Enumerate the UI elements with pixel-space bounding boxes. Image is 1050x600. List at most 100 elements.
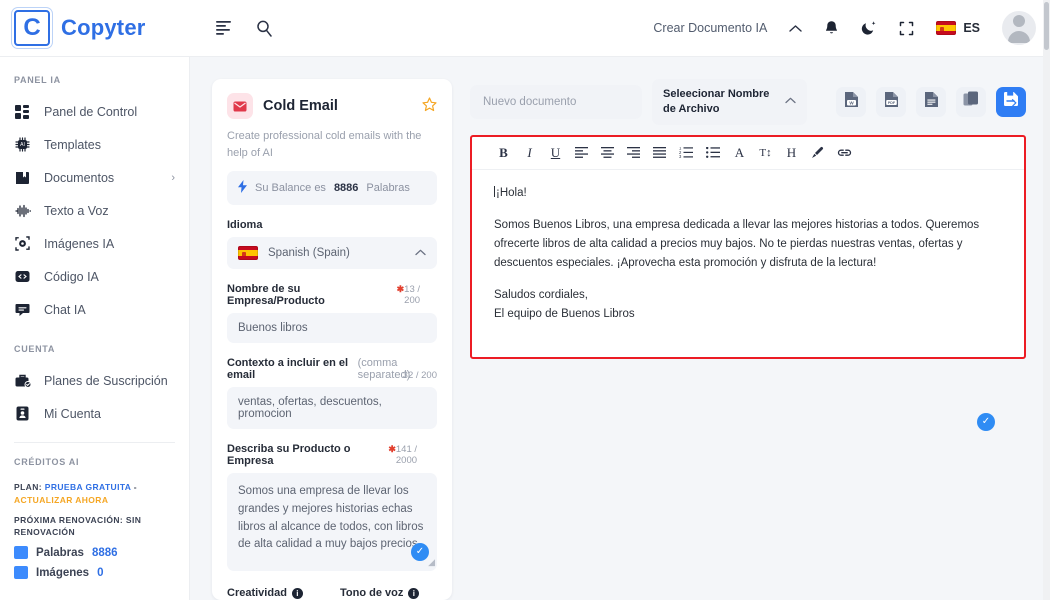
- copy-button[interactable]: [956, 86, 986, 117]
- language-select[interactable]: Spanish (Spain): [227, 237, 437, 269]
- sidebar-section-account: CUENTA: [14, 344, 56, 354]
- plan-upgrade-link[interactable]: ACTUALIZAR AHORA: [14, 495, 108, 505]
- tone-label-text: Tono de voz: [340, 587, 404, 599]
- editor-lower-area: ✓: [470, 359, 1026, 600]
- brand-logo[interactable]: C Copyter: [0, 10, 190, 46]
- bell-icon[interactable]: [824, 20, 839, 36]
- briefcase-check-icon: [14, 372, 31, 389]
- chevron-up-icon[interactable]: [789, 24, 803, 33]
- save-export-button[interactable]: [996, 86, 1026, 117]
- sidebar-item-label: Chat IA: [44, 302, 86, 317]
- check-circle-icon: ✓: [411, 543, 429, 561]
- company-value: Buenos libros: [238, 322, 308, 334]
- sidebar-item-panel-de-control[interactable]: Panel de Control: [0, 95, 189, 128]
- sidebar-item-imagenes-ia[interactable]: Imágenes IA: [0, 227, 189, 260]
- moon-icon[interactable]: [861, 20, 877, 36]
- star-outline-icon[interactable]: [422, 96, 437, 116]
- balance-suffix: Palabras: [366, 182, 410, 194]
- sidebar-item-planes-de-suscripcion[interactable]: Planes de Suscripción: [0, 364, 189, 397]
- file-name-select[interactable]: Seleecionar Nombre de Archivo: [652, 79, 807, 125]
- sidebar: PANEL IA Panel de Control AI Templates D…: [0, 57, 190, 600]
- export-text-button[interactable]: [916, 86, 946, 117]
- file-select-label: Seleecionar Nombre de Archivo: [663, 88, 770, 115]
- language-label: Idioma: [227, 219, 437, 231]
- credits-stat-images: Imágenes 0: [14, 566, 175, 579]
- sidebar-item-codigo-ia[interactable]: Código IA: [0, 260, 189, 293]
- form-card-header: Cold Email: [227, 93, 437, 119]
- font-size-icon[interactable]: T↕: [759, 147, 772, 159]
- balance-prefix: Su Balance es: [255, 182, 326, 194]
- language-switcher[interactable]: ES: [936, 21, 980, 35]
- chevron-right-icon: ›: [171, 171, 175, 184]
- info-icon[interactable]: i: [291, 588, 303, 599]
- link-icon[interactable]: [837, 147, 852, 158]
- sidebar-item-label: Mi Cuenta: [44, 406, 101, 421]
- search-icon[interactable]: [256, 20, 273, 37]
- copy-icon: [963, 91, 979, 113]
- camera-icon: [14, 235, 31, 252]
- menu-icon[interactable]: [216, 21, 232, 35]
- tone-label: Tono de voz i: [340, 587, 437, 599]
- bullet-list-icon[interactable]: [706, 147, 720, 159]
- describe-counter: 141 / 2000: [395, 444, 418, 466]
- code-icon: [14, 268, 31, 285]
- user-avatar-icon: [1002, 11, 1036, 45]
- main-content: Cold Email Create professional cold emai…: [190, 57, 1050, 600]
- credits-stat-words: Palabras 8886: [14, 546, 175, 559]
- align-right-icon[interactable]: [627, 147, 640, 159]
- images-badge-icon: [14, 566, 28, 579]
- sidebar-item-chat-ia[interactable]: Chat IA: [0, 293, 189, 326]
- avatar[interactable]: [1002, 11, 1036, 45]
- align-justify-icon[interactable]: [653, 147, 666, 159]
- creativity-label: Creatividad i: [227, 587, 324, 599]
- font-color-icon[interactable]: A: [733, 145, 746, 161]
- editor-paragraph: Somos Buenos Libros, una empresa dedicad…: [494, 218, 980, 269]
- align-center-icon[interactable]: [601, 147, 614, 159]
- underline-icon[interactable]: U: [549, 145, 562, 161]
- required-marker: ✱: [396, 284, 405, 294]
- company-label: Nombre de su Empresa/Producto ✱ 13 / 200: [227, 283, 437, 307]
- context-input[interactable]: ventas, ofertas, descuentos, promocion: [227, 387, 437, 429]
- logo-letter: C: [23, 14, 41, 41]
- describe-textarea[interactable]: Somos una empresa de llevar los grandes …: [227, 473, 437, 571]
- fullscreen-exit-icon[interactable]: [899, 21, 914, 36]
- sidebar-item-texto-a-voz[interactable]: Texto a Voz: [0, 194, 189, 227]
- sidebar-item-documentos[interactable]: Documentos ›: [0, 161, 189, 194]
- align-left-icon[interactable]: [575, 147, 588, 159]
- sidebar-item-templates[interactable]: AI Templates: [0, 128, 189, 161]
- svg-text:AI: AI: [20, 142, 25, 148]
- sidebar-item-label: Imágenes IA: [44, 236, 115, 251]
- italic-icon[interactable]: I: [523, 145, 536, 161]
- sidebar-divider: [14, 442, 175, 443]
- page-scrollbar-thumb[interactable]: [1044, 2, 1049, 50]
- editor-paragraph: Saludos cordiales,: [494, 288, 588, 301]
- brush-icon[interactable]: [811, 146, 824, 159]
- balance-pill: Su Balance es 8886 Palabras: [227, 171, 437, 205]
- info-icon[interactable]: i: [408, 588, 420, 599]
- export-word-button[interactable]: W: [836, 86, 866, 117]
- spain-flag-icon: [238, 246, 258, 260]
- editor-column: Nuevo documento Seleecionar Nombre de Ar…: [470, 79, 1026, 600]
- company-counter: 13 / 200: [404, 284, 421, 306]
- chip-ai-icon: AI: [14, 136, 31, 153]
- sidebar-item-label: Texto a Voz: [44, 203, 109, 218]
- sidebar-item-label: Documentos: [44, 170, 115, 185]
- create-document-label[interactable]: Crear Documento IA: [653, 21, 767, 35]
- ordered-list-icon[interactable]: 123: [679, 147, 693, 158]
- language-code: ES: [963, 21, 980, 35]
- sidebar-item-mi-cuenta[interactable]: Mi Cuenta: [0, 397, 189, 430]
- context-counter: 32 / 200: [402, 370, 437, 381]
- bold-icon[interactable]: B: [497, 145, 510, 161]
- heading-icon[interactable]: H: [785, 145, 798, 161]
- check-circle-icon[interactable]: ✓: [977, 412, 995, 431]
- credits-block: PLAN: PRUEBA GRATUITA - ACTUALIZAR AHORA…: [0, 477, 189, 579]
- page-scrollbar-track[interactable]: [1043, 0, 1050, 600]
- resize-grip-icon[interactable]: ◢: [428, 556, 435, 570]
- document-name-input[interactable]: Nuevo documento: [470, 84, 642, 119]
- editor-content[interactable]: ¡Hola! Somos Buenos Libros, una empresa …: [472, 170, 1024, 357]
- company-input[interactable]: Buenos libros: [227, 313, 437, 343]
- balance-value: 8886: [333, 182, 359, 194]
- editor-line-text: ¡Hola!: [496, 186, 527, 199]
- export-pdf-button[interactable]: PDF: [876, 86, 906, 117]
- pdf-export-icon: PDF: [884, 91, 899, 113]
